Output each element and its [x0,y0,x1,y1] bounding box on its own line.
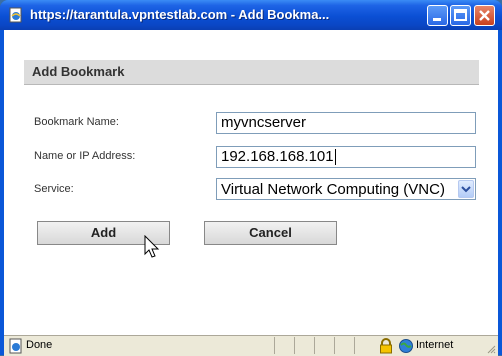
status-divider [294,337,295,354]
service-select[interactable]: Virtual Network Computing (VNC) [216,178,476,200]
security-zone-text: Internet [416,339,454,351]
dialog-content: Add Bookmark Bookmark Name: myvncserver … [4,30,498,335]
title-bar[interactable]: https://tarantula.vpntestlab.com - Add B… [0,0,502,30]
close-button[interactable] [474,5,495,26]
status-divider [274,337,275,354]
bookmark-name-value: myvncserver [221,114,307,131]
close-icon [479,10,490,21]
status-text: Done [26,339,53,351]
dialog-header-title: Add Bookmark [32,64,125,79]
chevron-down-icon [461,186,471,193]
mouse-pointer-icon [144,235,160,258]
maximize-icon [454,9,467,21]
ie-page-icon [9,7,22,23]
lock-icon[interactable] [378,338,394,354]
status-divider [314,337,315,354]
browser-popup-window: https://tarantula.vpntestlab.com - Add B… [0,0,502,356]
address-value: 192.168.168.101 [221,148,334,165]
bookmark-name-label: Bookmark Name: [34,116,119,128]
bookmark-name-input[interactable]: myvncserver [216,112,476,134]
maximize-button[interactable] [450,5,471,26]
status-bar: Done Internet [4,335,498,356]
status-divider [334,337,335,354]
status-divider [354,337,355,354]
minimize-icon [433,18,441,21]
globe-icon [399,339,413,353]
select-dropdown-button[interactable] [458,180,474,198]
minimize-button[interactable] [427,5,448,26]
cancel-button[interactable]: Cancel [204,221,337,245]
text-caret [334,149,336,166]
address-label: Name or IP Address: [34,150,136,162]
service-selected-value: Virtual Network Computing (VNC) [221,181,445,198]
window-title: https://tarantula.vpntestlab.com - Add B… [30,7,330,22]
address-input[interactable]: 192.168.168.101 [216,146,476,168]
page-done-icon [9,338,22,354]
resize-grip-icon[interactable] [486,344,496,354]
service-label: Service: [34,183,74,195]
section-header: Add Bookmark [24,60,479,85]
